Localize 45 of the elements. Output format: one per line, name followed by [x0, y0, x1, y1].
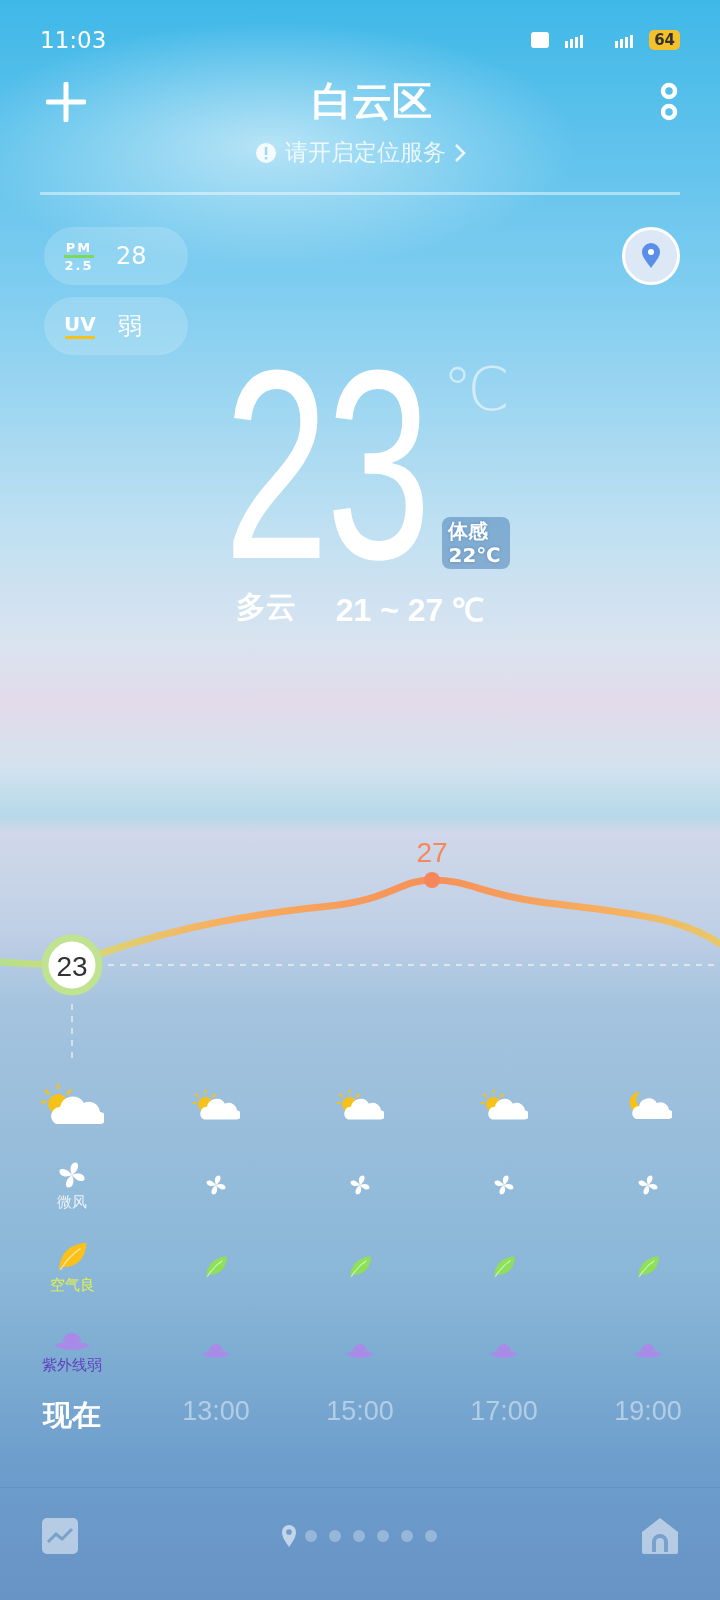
hour-label: 13:00 — [182, 1396, 250, 1427]
wind-label: 微风 — [57, 1192, 87, 1212]
map-pin-icon — [641, 243, 661, 269]
city-title: 白云区 — [312, 77, 432, 126]
pm25-chip[interactable]: PM 2.5 28 — [44, 227, 188, 285]
page-indicator[interactable] — [281, 1524, 439, 1548]
uv-label: UV — [64, 312, 96, 340]
more-icon[interactable] — [658, 81, 680, 122]
leaf-icon — [203, 1254, 229, 1280]
status-time: 11:03 — [40, 27, 107, 53]
uv-chip[interactable]: UV 弱 — [44, 297, 188, 355]
leaf-icon — [635, 1254, 661, 1280]
partly-sunny-icon — [192, 1087, 240, 1121]
peak-temperature: 27 — [416, 837, 448, 868]
add-icon[interactable] — [46, 81, 86, 122]
location-notice[interactable]: 请开启定位服务 — [284, 137, 446, 168]
partly-sunny-icon — [40, 1082, 104, 1126]
home-icon[interactable] — [642, 1518, 678, 1554]
hour-label: 现在 — [43, 1398, 101, 1433]
leaf-icon — [491, 1254, 517, 1280]
map-button[interactable] — [622, 227, 680, 285]
info-icon — [254, 141, 277, 164]
hour-label: 15:00 — [326, 1396, 394, 1427]
hour-label: 17:00 — [470, 1396, 538, 1427]
partly-sunny-icon — [480, 1087, 528, 1121]
current-marker — [41, 934, 103, 996]
hour-label: 19:00 — [614, 1396, 682, 1427]
feels-like-value: 22℃ — [448, 543, 502, 567]
temperature-unit: ℃ — [442, 359, 510, 419]
peak-dot — [424, 872, 440, 888]
battery-level: 64 — [649, 30, 680, 50]
pinwheel-icon — [348, 1173, 372, 1197]
leaf-icon — [347, 1254, 373, 1280]
uv-index-label: 紫外线弱 — [42, 1355, 102, 1375]
pinwheel-icon — [204, 1173, 228, 1197]
pm25-label: PM 2.5 — [64, 240, 94, 272]
partly-sunny-icon — [336, 1087, 384, 1121]
air-quality-label: 空气良 — [49, 1275, 95, 1295]
current-marker-value: 23 — [56, 951, 88, 982]
current-temperature: 23 — [224, 355, 429, 575]
chevron-right-icon — [453, 142, 466, 163]
trend-chart-icon[interactable] — [42, 1518, 78, 1554]
pinwheel-icon — [492, 1173, 516, 1197]
feels-like-label: 体感 — [448, 519, 490, 543]
pinwheel-icon — [636, 1173, 660, 1197]
